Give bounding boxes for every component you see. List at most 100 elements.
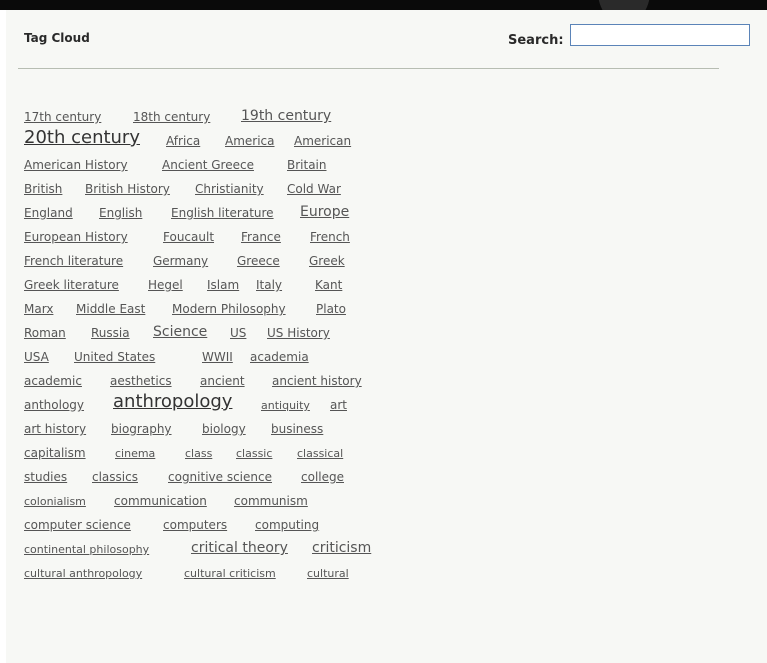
- tag-link[interactable]: cultural: [307, 568, 349, 579]
- tag-link[interactable]: biology: [202, 423, 246, 435]
- tag-link[interactable]: classics: [92, 471, 138, 483]
- tag-row: art history biography biology business: [24, 415, 384, 439]
- tag-row: continental philosophy critical theory c…: [24, 535, 384, 559]
- tag-link[interactable]: US History: [267, 327, 330, 339]
- tag-link[interactable]: Russia: [91, 327, 130, 339]
- tag-row: American History Ancient Greece Britain: [24, 151, 384, 175]
- tag-row: academic aesthetics ancient ancient hist…: [24, 367, 384, 391]
- tag-link[interactable]: Britain: [287, 159, 327, 171]
- tag-link[interactable]: Science: [153, 325, 207, 339]
- tag-link[interactable]: cultural criticism: [184, 568, 276, 579]
- tag-row: Greek literature Hegel Islam Italy Kant: [24, 271, 384, 295]
- tag-link[interactable]: academia: [250, 351, 309, 363]
- tag-link[interactable]: art history: [24, 423, 86, 435]
- tag-link[interactable]: capitalism: [24, 447, 86, 459]
- tag-link[interactable]: WWII: [202, 351, 233, 363]
- tag-link[interactable]: Christianity: [195, 183, 264, 195]
- tag-link[interactable]: England: [24, 207, 73, 219]
- tag-link[interactable]: Africa: [166, 135, 200, 147]
- tag-link[interactable]: Italy: [256, 279, 282, 291]
- tag-row: 17th century 18th century 19th century: [24, 103, 384, 127]
- tag-link[interactable]: European History: [24, 231, 128, 243]
- tag-link[interactable]: Middle East: [76, 303, 145, 315]
- tag-row: England English English literature Europ…: [24, 199, 384, 223]
- tag-link[interactable]: British: [24, 183, 62, 195]
- tag-link[interactable]: US: [230, 327, 246, 339]
- tag-link[interactable]: American: [294, 135, 351, 147]
- tag-link[interactable]: 18th century: [133, 111, 210, 123]
- tag-link[interactable]: United States: [74, 351, 155, 363]
- tag-row: French literature Germany Greece Greek: [24, 247, 384, 271]
- tag-row: anthology anthropology antiquity art: [24, 391, 384, 415]
- tag-link[interactable]: art: [330, 399, 347, 411]
- search-input[interactable]: [570, 24, 750, 46]
- tag-row: 20th century Africa America American: [24, 127, 384, 151]
- tag-link[interactable]: English: [99, 207, 142, 219]
- tag-link[interactable]: ancient: [200, 375, 245, 387]
- tag-link[interactable]: classical: [297, 448, 343, 459]
- window-top-bar: [0, 0, 767, 10]
- tag-link[interactable]: Marx: [24, 303, 53, 315]
- tag-link[interactable]: computer science: [24, 519, 131, 531]
- tag-link[interactable]: computers: [163, 519, 227, 531]
- tag-link[interactable]: French literature: [24, 255, 123, 267]
- tag-row: studies classics cognitive science colle…: [24, 463, 384, 487]
- tag-row: Roman Russia Science US US History: [24, 319, 384, 343]
- tag-link[interactable]: college: [301, 471, 344, 483]
- tag-link[interactable]: ancient history: [272, 375, 362, 387]
- tag-link[interactable]: business: [271, 423, 323, 435]
- tag-row: capitalism cinema class classic classica…: [24, 439, 384, 463]
- tag-link[interactable]: British History: [85, 183, 170, 195]
- tag-link[interactable]: Europe: [300, 205, 349, 219]
- tag-row: cultural anthropology cultural criticism…: [24, 559, 384, 583]
- tag-link[interactable]: USA: [24, 351, 49, 363]
- tag-link[interactable]: American History: [24, 159, 128, 171]
- tag-link[interactable]: cultural anthropology: [24, 568, 142, 579]
- tag-link[interactable]: biography: [111, 423, 172, 435]
- tag-link[interactable]: antiquity: [261, 400, 310, 411]
- search-label: Search:: [508, 33, 564, 48]
- tag-row: British British History Christianity Col…: [24, 175, 384, 199]
- tag-link[interactable]: Greek literature: [24, 279, 119, 291]
- tag-cloud: 17th century 18th century 19th century 2…: [24, 103, 384, 583]
- tag-link[interactable]: anthology: [24, 399, 84, 411]
- tag-link[interactable]: communication: [114, 495, 207, 507]
- panel-title: Tag Cloud: [24, 31, 90, 45]
- tag-link[interactable]: Greek: [309, 255, 345, 267]
- tag-row: USA United States WWII academia: [24, 343, 384, 367]
- tag-link[interactable]: Greece: [237, 255, 280, 267]
- tag-link[interactable]: studies: [24, 471, 67, 483]
- tag-link[interactable]: 20th century: [24, 129, 140, 147]
- tag-link[interactable]: critical theory: [191, 541, 288, 555]
- tag-link[interactable]: aesthetics: [110, 375, 172, 387]
- tag-link[interactable]: Foucault: [163, 231, 214, 243]
- tag-link[interactable]: Modern Philosophy: [172, 303, 286, 315]
- tag-link[interactable]: Germany: [153, 255, 208, 267]
- tag-link[interactable]: criticism: [312, 541, 371, 555]
- tag-link[interactable]: Plato: [316, 303, 346, 315]
- tag-link[interactable]: classic: [236, 448, 272, 459]
- tag-link[interactable]: Islam: [207, 279, 239, 291]
- tag-row: European History Foucault France French: [24, 223, 384, 247]
- tag-link[interactable]: Hegel: [148, 279, 183, 291]
- tag-link[interactable]: 17th century: [24, 111, 101, 123]
- tag-link[interactable]: Cold War: [287, 183, 341, 195]
- tag-link[interactable]: cognitive science: [168, 471, 272, 483]
- tag-link[interactable]: continental philosophy: [24, 544, 149, 555]
- tag-row: Marx Middle East Modern Philosophy Plato: [24, 295, 384, 319]
- tag-link[interactable]: Roman: [24, 327, 66, 339]
- tag-link[interactable]: America: [225, 135, 275, 147]
- tag-link[interactable]: Kant: [315, 279, 342, 291]
- tag-link[interactable]: English literature: [171, 207, 274, 219]
- tag-link[interactable]: French: [310, 231, 350, 243]
- tag-link[interactable]: Ancient Greece: [162, 159, 254, 171]
- tag-link[interactable]: computing: [255, 519, 319, 531]
- tag-link[interactable]: cinema: [115, 448, 155, 459]
- tag-link[interactable]: academic: [24, 375, 82, 387]
- tag-link[interactable]: 19th century: [241, 109, 331, 123]
- tag-link[interactable]: anthropology: [113, 393, 232, 411]
- tag-link[interactable]: communism: [234, 495, 308, 507]
- tag-link[interactable]: France: [241, 231, 281, 243]
- tag-link[interactable]: colonialism: [24, 496, 86, 507]
- tag-link[interactable]: class: [185, 448, 212, 459]
